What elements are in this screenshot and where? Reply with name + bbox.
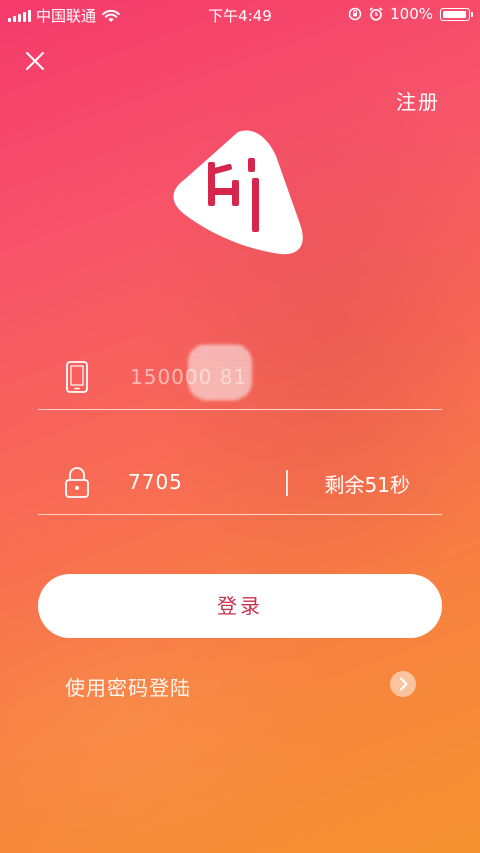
battery-cap [471, 11, 473, 17]
code-row: 7705 剩余51秒 [38, 455, 442, 515]
code-divider [286, 470, 288, 496]
lock-rotation-icon [348, 7, 362, 21]
password-login-link[interactable]: 使用密码登陆 [65, 672, 191, 701]
status-bar: 中国联通 下午4:49 100% [0, 0, 480, 28]
close-icon [26, 52, 44, 70]
password-login-arrow[interactable] [390, 671, 416, 697]
phone-row: 150000 81 [38, 344, 442, 410]
battery-icon [440, 7, 473, 21]
battery-percent: 100% [390, 5, 433, 23]
countdown-timer[interactable]: 剩余51秒 [325, 469, 410, 498]
status-right: 100% [348, 5, 473, 23]
phone-icon [66, 361, 88, 393]
redaction-smudge [188, 344, 252, 400]
close-button[interactable] [20, 46, 50, 76]
lock-icon [65, 467, 89, 498]
battery-fill [443, 10, 466, 18]
login-button[interactable]: 登录 [38, 574, 442, 638]
chevron-right-icon [400, 677, 408, 691]
register-link[interactable]: 注册 [396, 86, 440, 115]
hi-logo [173, 130, 303, 255]
alarm-icon [369, 7, 383, 21]
verification-code-input[interactable]: 7705 [128, 470, 183, 494]
